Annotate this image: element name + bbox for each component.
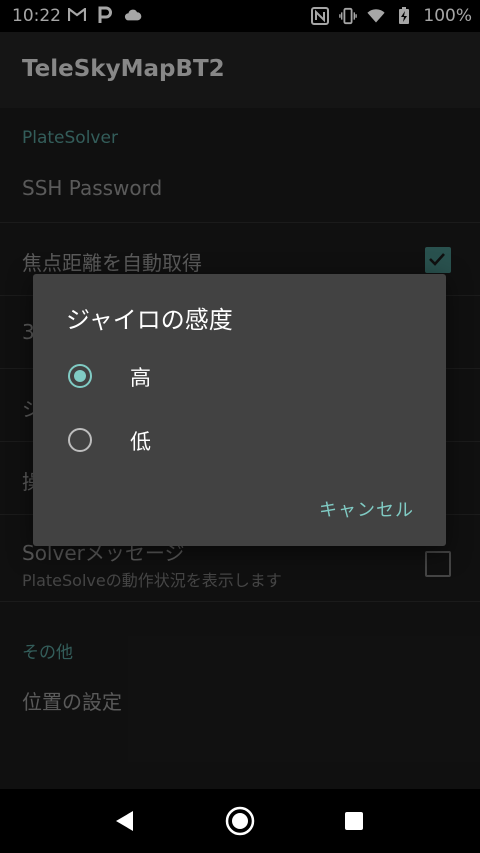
- dialog-title: ジャイロの感度: [66, 306, 233, 334]
- navigation-bar: [0, 789, 480, 853]
- radio-high[interactable]: [68, 364, 92, 388]
- home-icon[interactable]: [224, 805, 256, 837]
- radio-low[interactable]: [68, 428, 92, 452]
- back-icon[interactable]: [108, 805, 140, 837]
- gyro-sensitivity-dialog: ジャイロの感度 高 低 キャンセル: [33, 274, 446, 546]
- option-label: 高: [130, 366, 151, 390]
- option-high[interactable]: 高: [66, 352, 426, 400]
- option-low[interactable]: 低: [66, 416, 426, 464]
- option-label: 低: [130, 430, 151, 454]
- recents-icon[interactable]: [338, 805, 370, 837]
- cancel-button[interactable]: キャンセル: [319, 496, 414, 522]
